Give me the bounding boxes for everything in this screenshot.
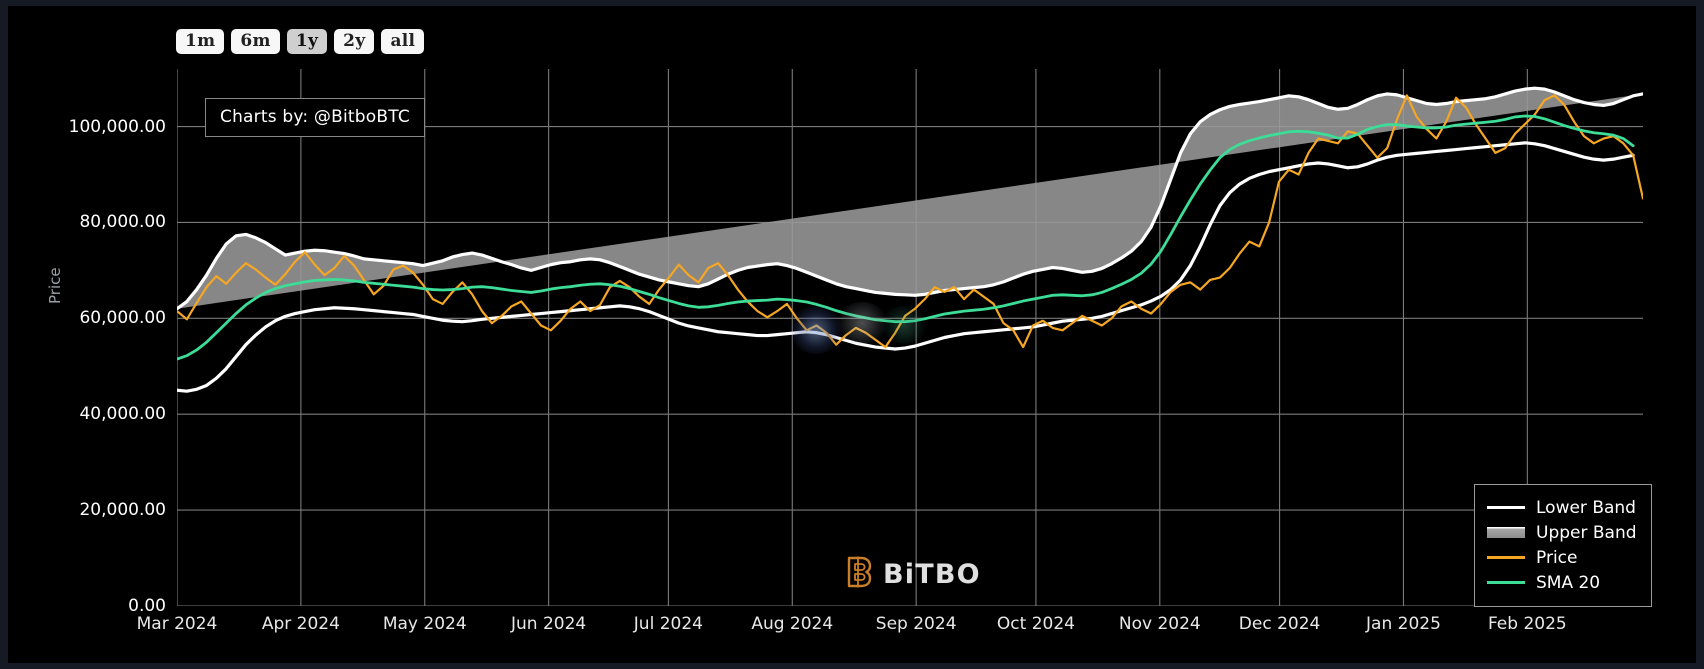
x-tick-label: Feb 2025 xyxy=(1488,614,1567,634)
bitbo-watermark: BiTBO xyxy=(846,556,981,592)
chart-figure: 1m 6m 1y 2y all 0.00 20,000.00 40,000.00 60,000… xyxy=(8,6,1696,663)
plot-area xyxy=(177,69,1643,606)
legend-item: Price xyxy=(1487,545,1637,570)
legend-label: Lower Band xyxy=(1536,498,1636,518)
x-tick-label: Mar 2024 xyxy=(137,614,218,634)
grid-lines xyxy=(177,69,1643,606)
legend-label: SMA 20 xyxy=(1536,573,1600,593)
y-axis-title: Price xyxy=(46,267,64,304)
range-button-1y[interactable]: 1y xyxy=(287,29,327,54)
time-range-selector[interactable]: 1m 6m 1y 2y all xyxy=(176,29,424,54)
legend-swatch-icon xyxy=(1487,527,1525,538)
x-tick-label: May 2024 xyxy=(383,614,467,634)
range-button-1m[interactable]: 1m xyxy=(176,29,224,54)
y-tick-label: 0.00 xyxy=(128,596,166,616)
y-tick-label: 100,000.00 xyxy=(69,117,166,137)
range-button-2y[interactable]: 2y xyxy=(334,29,374,54)
legend-item: Upper Band xyxy=(1487,520,1637,545)
x-tick-label: Jun 2024 xyxy=(511,614,586,634)
x-axis-labels: Mar 2024Apr 2024May 2024Jun 2024Jul 2024… xyxy=(177,614,1643,654)
legend-label: Price xyxy=(1536,548,1577,568)
legend-swatch-icon xyxy=(1487,556,1525,559)
x-tick-label: Dec 2024 xyxy=(1239,614,1321,634)
x-tick-label: Sep 2024 xyxy=(876,614,957,634)
x-tick-label: Jan 2025 xyxy=(1366,614,1441,634)
y-tick-label: 80,000.00 xyxy=(79,212,166,232)
range-button-6m[interactable]: 6m xyxy=(231,29,279,54)
x-tick-label: Oct 2024 xyxy=(997,614,1075,634)
chart-legend: Lower Band Upper Band Price SMA 20 xyxy=(1474,484,1652,607)
y-axis-labels: 0.0020,000.0040,000.0060,000.0080,000.00… xyxy=(8,69,166,606)
chart-page: 1m 6m 1y 2y all 0.00 20,000.00 40,000.00 60,000… xyxy=(0,0,1704,669)
y-tick-label: 20,000.00 xyxy=(79,500,166,520)
x-tick-label: Aug 2024 xyxy=(751,614,833,634)
chart-credit-annotation: Charts by: @BitboBTC xyxy=(205,98,425,137)
x-tick-label: Nov 2024 xyxy=(1119,614,1201,634)
y-tick-label: 40,000.00 xyxy=(79,404,166,424)
legend-item: Lower Band xyxy=(1487,495,1637,520)
legend-item: SMA 20 xyxy=(1487,570,1637,595)
y-tick-label: 60,000.00 xyxy=(79,308,166,328)
legend-label: Upper Band xyxy=(1536,523,1637,543)
x-tick-label: Jul 2024 xyxy=(634,614,703,634)
range-button-all[interactable]: all xyxy=(381,29,424,54)
legend-swatch-icon xyxy=(1487,506,1525,509)
x-tick-label: Apr 2024 xyxy=(262,614,340,634)
legend-swatch-icon xyxy=(1487,581,1525,584)
bitbo-watermark-text: BiTBO xyxy=(883,559,981,590)
bitbo-logo-icon xyxy=(846,556,872,592)
chart-canvas xyxy=(177,69,1643,606)
